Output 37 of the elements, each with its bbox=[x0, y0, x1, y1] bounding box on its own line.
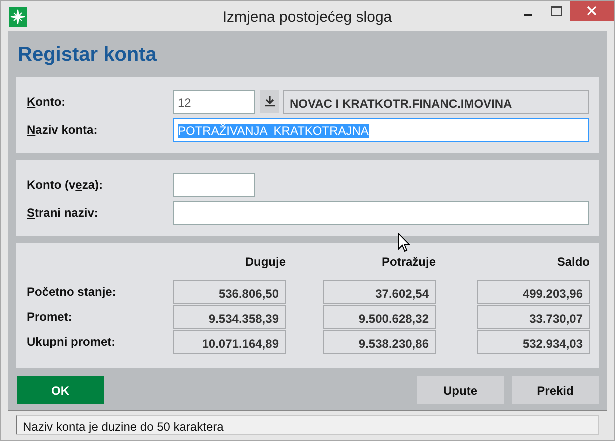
form-heading: Registar konta bbox=[18, 43, 157, 67]
status-bar: Naziv konta je duzine do 50 karaktera bbox=[16, 415, 599, 435]
amount-field: 532.934,03 bbox=[477, 330, 590, 354]
maximize-icon bbox=[550, 6, 562, 16]
column-header: Duguje bbox=[244, 254, 286, 271]
field-label: Strani naziv: bbox=[27, 204, 100, 222]
account-description: NOVAC I KRATKOTR.FINANC.IMOVINA bbox=[283, 90, 589, 114]
mouse-cursor-icon bbox=[398, 233, 411, 253]
field-label: Konto: bbox=[27, 94, 67, 110]
amount-field: 33.730,07 bbox=[477, 305, 590, 329]
minimize-icon bbox=[524, 14, 532, 16]
close-icon bbox=[587, 6, 597, 16]
row-label: Ukupni promet: bbox=[27, 334, 117, 351]
amount-field: 9.538.230,86 bbox=[323, 330, 436, 354]
field-label: Naziv konta: bbox=[27, 122, 99, 138]
amount-field: 10.071.164,89 bbox=[173, 330, 286, 354]
app-icon bbox=[9, 7, 27, 27]
amount-field: 536.806,50 bbox=[173, 280, 286, 304]
amount-field: 9.500.628,32 bbox=[323, 305, 436, 329]
column-header: Potražuje bbox=[380, 254, 436, 271]
field-label: Konto (veza): bbox=[27, 176, 104, 194]
ok-button[interactable]: OK bbox=[17, 376, 104, 404]
column-header: Saldo bbox=[556, 254, 590, 271]
action-button[interactable]: Prekid bbox=[512, 376, 599, 404]
amount-field: 499.203,96 bbox=[477, 280, 590, 304]
amount-field: 9.534.358,39 bbox=[173, 305, 286, 329]
action-button[interactable]: Upute bbox=[417, 376, 504, 404]
amount-field: 37.602,54 bbox=[323, 280, 436, 304]
input-field[interactable]: 12 bbox=[173, 90, 255, 114]
row-label: Početno stanje: bbox=[27, 284, 118, 301]
input-field[interactable] bbox=[173, 200, 589, 224]
input-field[interactable] bbox=[173, 172, 255, 196]
window-title: Izmjena postojećeg sloga bbox=[222, 9, 392, 26]
download-button[interactable] bbox=[260, 90, 279, 113]
row-label: Promet: bbox=[27, 309, 74, 326]
download-icon bbox=[264, 96, 274, 107]
close-button[interactable] bbox=[570, 1, 614, 21]
